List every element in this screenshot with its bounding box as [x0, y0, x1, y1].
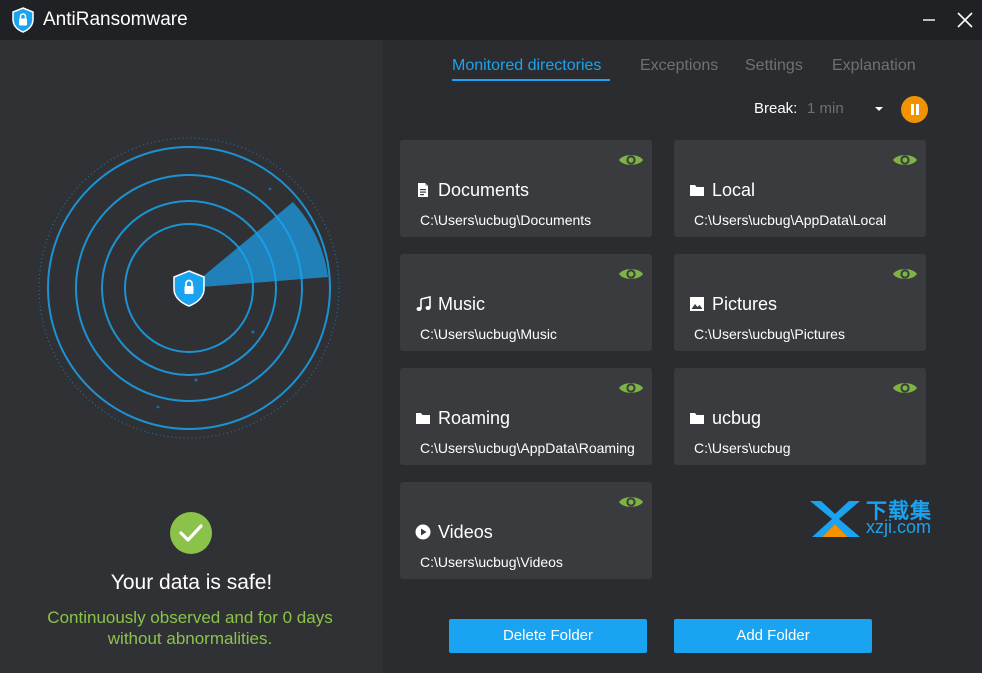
- folder-name: Local: [712, 180, 756, 200]
- app-title: AntiRansomware: [43, 9, 188, 30]
- folder-path: C:\Users\ucbug\Videos: [420, 554, 563, 570]
- folder-icon: [416, 413, 430, 424]
- watermark: 下载集 xzji.com: [808, 495, 953, 540]
- chevron-down-icon[interactable]: [874, 106, 884, 112]
- eye-icon[interactable]: [892, 380, 918, 396]
- shield-lock-icon: [12, 7, 34, 33]
- folder-path: C:\Users\ucbug: [694, 440, 791, 456]
- folder-path: C:\Users\ucbug\Music: [420, 326, 557, 342]
- tab-explanation[interactable]: Explanation: [832, 57, 916, 75]
- folder-name: Pictures: [712, 294, 778, 314]
- play-circle-icon: [415, 524, 431, 540]
- check-circle-icon: [170, 512, 212, 554]
- folder-card-roaming[interactable]: Roaming C:\Users\ucbug\AppData\Roaming: [400, 368, 652, 465]
- status-title: Your data is safe!: [110, 571, 273, 594]
- folder-card-ucbug[interactable]: ucbug C:\Users\ucbug: [674, 368, 926, 465]
- folder-path: C:\Users\ucbug\Documents: [420, 212, 592, 228]
- folder-card-music[interactable]: Music C:\Users\ucbug\Music: [400, 254, 652, 351]
- pause-button[interactable]: [901, 96, 928, 123]
- eye-icon[interactable]: [892, 266, 918, 282]
- folder-name: Documents: [438, 180, 530, 200]
- tab-exceptions[interactable]: Exceptions: [640, 57, 718, 75]
- folder-card-local[interactable]: Local C:\Users\ucbug\AppData\Local: [674, 140, 926, 237]
- document-icon: [418, 183, 428, 197]
- tab-settings[interactable]: Settings: [745, 57, 803, 75]
- folder-card-pictures[interactable]: Pictures C:\Users\ucbug\Pictures: [674, 254, 926, 351]
- close-icon[interactable]: [951, 6, 979, 34]
- folder-path: C:\Users\ucbug\AppData\Roaming: [420, 440, 635, 456]
- minimize-icon[interactable]: [915, 6, 943, 34]
- folder-card-videos[interactable]: Videos C:\Users\ucbug\Videos: [400, 482, 652, 579]
- watermark-logo: [810, 501, 860, 537]
- folder-name: Roaming: [438, 408, 511, 428]
- folder-path: C:\Users\ucbug\Pictures: [694, 326, 845, 342]
- folder-name: Music: [438, 294, 486, 314]
- title-bar: AntiRansomware: [0, 0, 982, 40]
- radar-shield-icon: [173, 270, 205, 307]
- radar-scan-graphic: [38, 137, 340, 439]
- watermark-url: xzji.com: [866, 517, 932, 537]
- music-icon: [416, 296, 431, 311]
- folder-name: Videos: [438, 522, 493, 542]
- folder-path: C:\Users\ucbug\AppData\Local: [694, 212, 887, 228]
- folder-icon: [690, 185, 704, 196]
- tab-monitored-directories[interactable]: Monitored directories: [452, 57, 601, 75]
- break-duration-select[interactable]: 1 min: [807, 100, 844, 117]
- delete-folder-button[interactable]: Delete Folder: [449, 619, 647, 653]
- folder-icon: [690, 413, 704, 424]
- eye-icon[interactable]: [618, 494, 644, 510]
- folder-card-documents[interactable]: Documents C:\Users\ucbug\Documents: [400, 140, 652, 237]
- status-description: Continuously observed and for 0 days wit…: [47, 608, 333, 648]
- break-label: Break:: [754, 100, 798, 117]
- eye-icon[interactable]: [618, 152, 644, 168]
- eye-icon[interactable]: [892, 152, 918, 168]
- add-folder-button[interactable]: Add Folder: [674, 619, 872, 653]
- eye-icon[interactable]: [618, 266, 644, 282]
- active-tab-indicator: [452, 79, 610, 81]
- eye-icon[interactable]: [618, 380, 644, 396]
- folder-name: ucbug: [712, 408, 762, 428]
- image-icon: [690, 297, 704, 311]
